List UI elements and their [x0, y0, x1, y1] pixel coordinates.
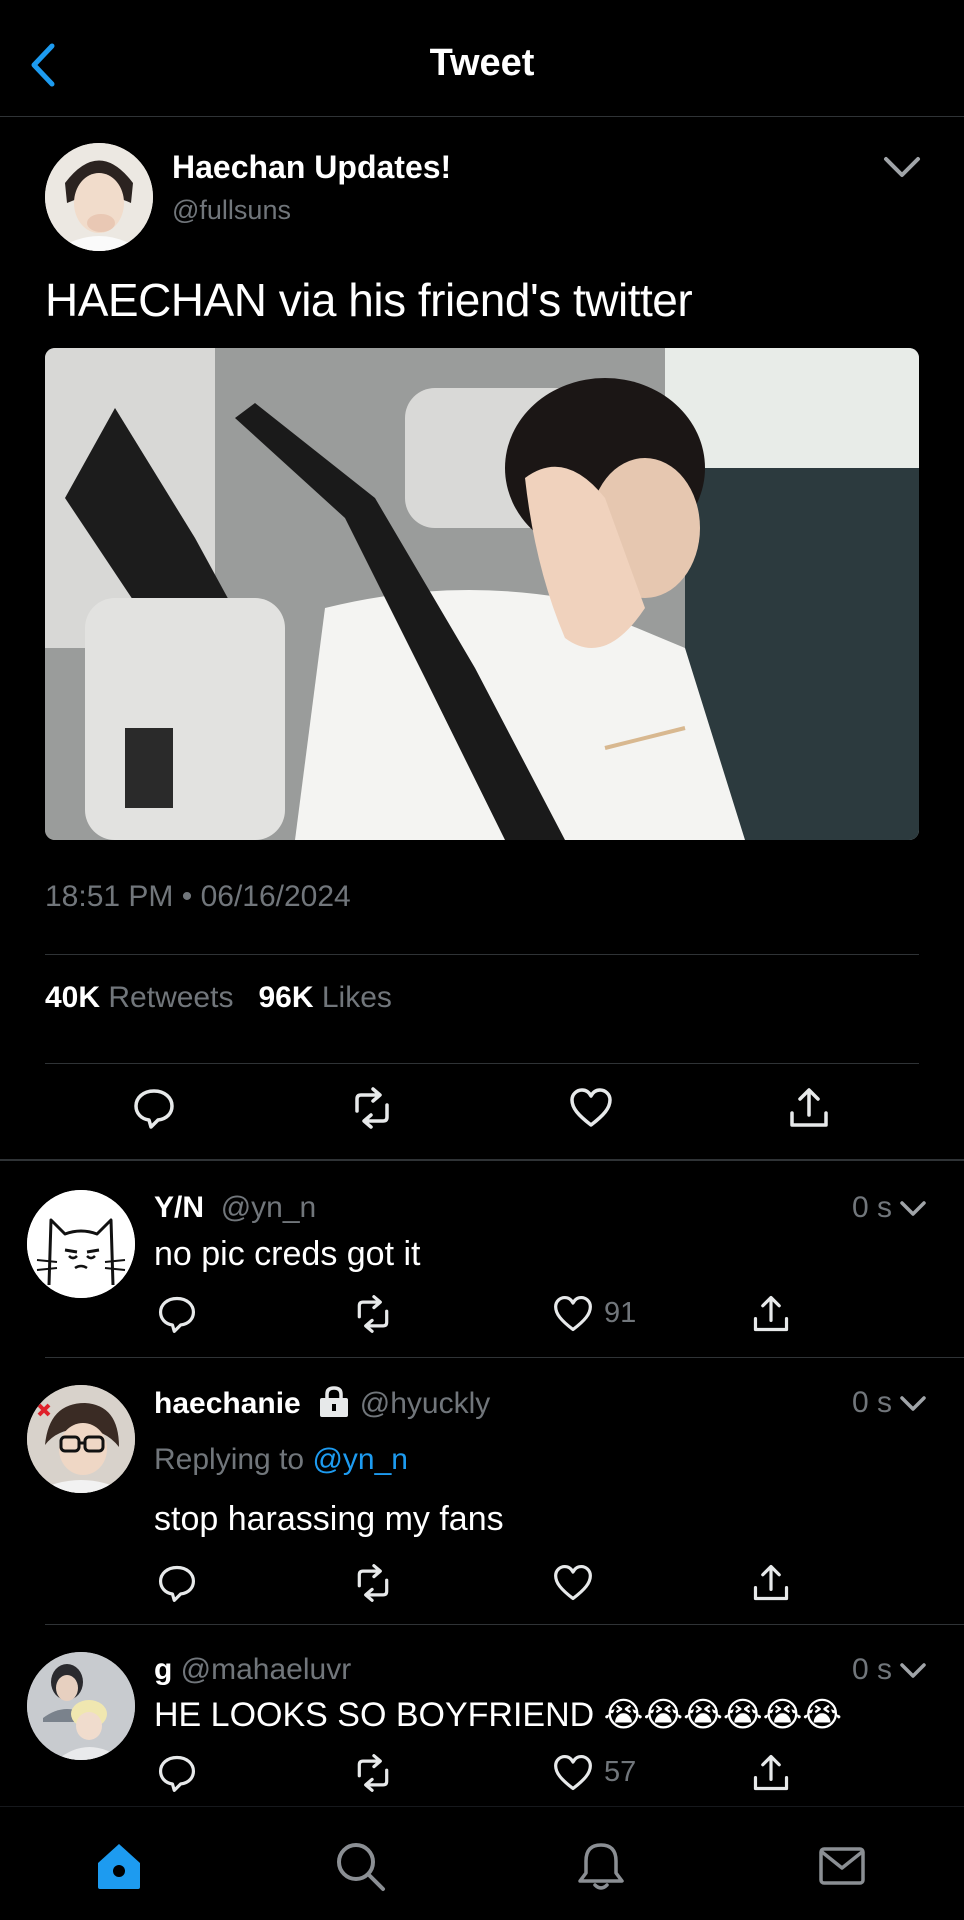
replying-to-mention[interactable]: @yn_n	[312, 1443, 408, 1476]
reply-time: 0 s	[852, 1653, 928, 1687]
reply-time: 0 s	[852, 1386, 928, 1420]
author-avatar[interactable]	[45, 143, 153, 251]
reply-author-name[interactable]: Y/N	[154, 1191, 204, 1224]
reply-actions	[154, 1562, 834, 1608]
reply-author-name[interactable]: haechanie	[154, 1387, 301, 1420]
reply-time-label: 0 s	[851, 1653, 892, 1686]
tweet-text: HAECHAN via his friend's twitter	[45, 274, 693, 326]
retweet-icon[interactable]	[352, 1562, 398, 1608]
avatar[interactable]	[27, 1385, 135, 1493]
bottom-tab-bar	[0, 1806, 964, 1920]
reply-header: haechanie @hyuckly	[154, 1386, 490, 1421]
chevron-down-icon[interactable]	[898, 1197, 928, 1221]
divider	[45, 954, 919, 955]
main-tweet: Haechan Updates! @fullsuns HAECHAN via h…	[0, 117, 964, 1161]
retweet-icon[interactable]	[349, 1085, 395, 1131]
share-icon[interactable]	[750, 1293, 796, 1339]
reply-time-label: 0 s	[851, 1386, 892, 1419]
home-icon[interactable]	[92, 1839, 146, 1893]
reply-time: 0 s	[852, 1191, 928, 1225]
share-icon[interactable]	[750, 1562, 796, 1608]
reply-actions: 91	[154, 1293, 834, 1339]
chevron-down-icon[interactable]	[878, 147, 926, 187]
messages-icon[interactable]	[815, 1839, 869, 1893]
likes-count[interactable]: 96K	[258, 981, 313, 1014]
tweet-media-image[interactable]	[45, 348, 919, 840]
reply-icon[interactable]	[131, 1085, 177, 1131]
author-handle[interactable]: @fullsuns	[172, 195, 291, 226]
reply-text: stop harassing my fans	[154, 1500, 504, 1538]
tweet-timestamp: 18:51 PM • 06/16/2024	[45, 880, 351, 913]
tweet-stats: 40K Retweets 96K Likes	[45, 981, 392, 1015]
retweet-icon[interactable]	[352, 1293, 398, 1339]
lock-icon	[320, 1386, 349, 1417]
reply-header: g @mahaeluvr	[154, 1653, 351, 1687]
like-icon[interactable]	[568, 1085, 614, 1131]
reply-text: HE LOOKS SO BOYFRIEND 😭😭😭😭😭😭	[154, 1696, 843, 1734]
reply-icon[interactable]	[156, 1562, 202, 1608]
retweets-label[interactable]: Retweets	[108, 981, 233, 1014]
like-icon[interactable]	[552, 1293, 598, 1339]
notifications-icon[interactable]	[574, 1839, 628, 1893]
replying-to-prefix: Replying to	[154, 1443, 305, 1476]
chevron-down-icon[interactable]	[898, 1392, 928, 1416]
reply-icon[interactable]	[156, 1752, 202, 1798]
like-count: 57	[604, 1756, 637, 1788]
likes-label[interactable]: Likes	[322, 981, 392, 1014]
top-bar: Tweet	[0, 0, 964, 117]
like-icon[interactable]	[552, 1752, 598, 1798]
reply-icon[interactable]	[156, 1293, 202, 1339]
like-icon[interactable]	[552, 1562, 598, 1608]
author-name[interactable]: Haechan Updates!	[172, 149, 451, 186]
page-title: Tweet	[429, 42, 535, 84]
share-icon[interactable]	[750, 1752, 796, 1798]
search-icon[interactable]	[333, 1839, 387, 1893]
reply-time-label: 0 s	[851, 1191, 892, 1224]
reply-author-name[interactable]: g	[154, 1653, 172, 1686]
avatar[interactable]	[27, 1190, 135, 1298]
retweets-count[interactable]: 40K	[45, 981, 100, 1014]
share-icon[interactable]	[786, 1085, 832, 1131]
reply-tweet[interactable]: g @mahaeluvr 0 s HE LOOKS SO BOYFRIEND 😭…	[0, 1625, 964, 1806]
chevron-down-icon[interactable]	[898, 1659, 928, 1683]
reply-tweet[interactable]: Y/N @yn_n 0 s no pic creds got it 91	[0, 1163, 964, 1358]
avatar[interactable]	[27, 1652, 135, 1760]
retweet-icon[interactable]	[352, 1752, 398, 1798]
like-count: 91	[604, 1297, 637, 1329]
reply-tweet[interactable]: haechanie @hyuckly 0 s Replying to @yn_n…	[0, 1358, 964, 1624]
divider	[45, 1063, 919, 1064]
reply-author-handle[interactable]: @yn_n	[221, 1191, 317, 1224]
reply-author-handle[interactable]: @mahaeluvr	[181, 1653, 352, 1686]
reply-author-handle[interactable]: @hyuckly	[360, 1387, 491, 1420]
reply-text: no pic creds got it	[154, 1235, 421, 1273]
replying-to: Replying to @yn_n	[154, 1443, 408, 1477]
tweet-actions	[45, 1085, 919, 1135]
reply-header: Y/N @yn_n	[154, 1191, 316, 1225]
reply-actions: 57	[154, 1752, 834, 1798]
